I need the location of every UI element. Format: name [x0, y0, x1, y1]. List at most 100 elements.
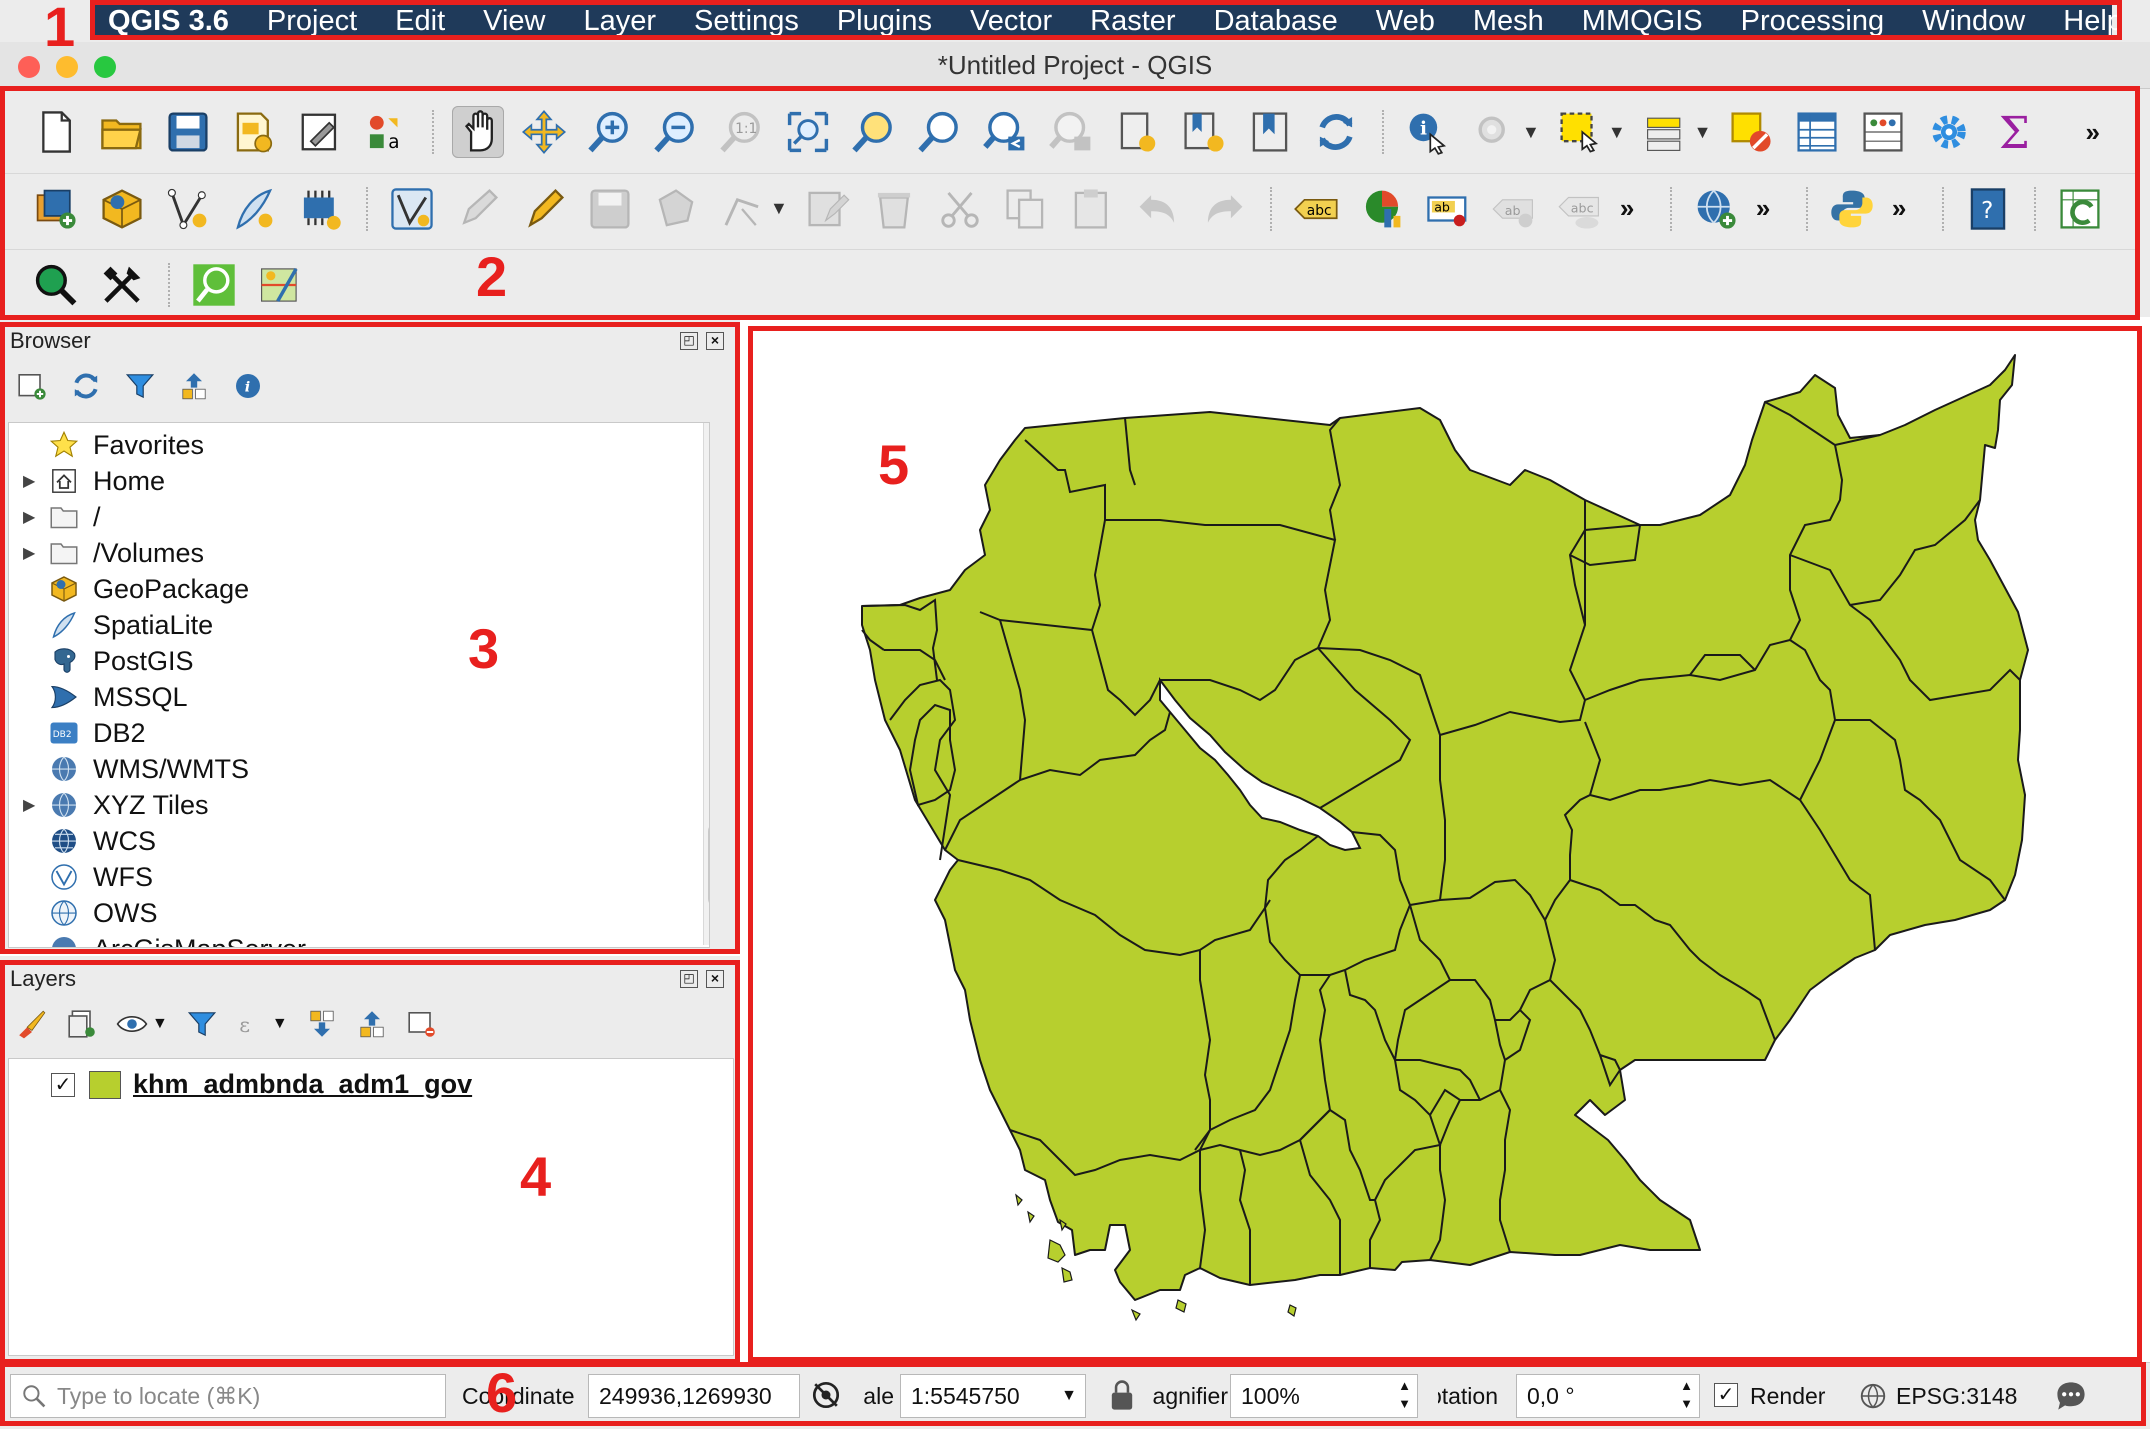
browser-item-spatialite[interactable]: SpatiaLite [9, 607, 709, 643]
add-directory-icon[interactable] [16, 370, 48, 402]
current-edits-icon[interactable] [386, 183, 438, 235]
toolbar-overflow-icon[interactable]: » [2085, 117, 2113, 148]
vertex-tool-icon[interactable] [716, 183, 768, 235]
messages-icon[interactable] [2054, 1379, 2088, 1418]
new-virtual-layer-icon[interactable] [294, 183, 346, 235]
render-checkbox[interactable]: ✓ [1714, 1383, 1738, 1407]
menu-help[interactable]: Help [2044, 5, 2142, 38]
menu-processing[interactable]: Processing [1722, 5, 1903, 38]
new-geopackage-layer-icon[interactable] [96, 183, 148, 235]
statistical-summary-icon[interactable]: Σ [1989, 106, 2041, 158]
filter-icon[interactable] [124, 370, 156, 402]
eye-icon[interactable] [116, 1008, 148, 1040]
copy-features-icon[interactable] [1000, 183, 1052, 235]
zoom-next-icon[interactable] [1046, 106, 1098, 158]
zoom-out-icon[interactable] [650, 106, 702, 158]
float-panel-icon[interactable]: ◰ [680, 970, 698, 988]
style-manager-icon[interactable]: a [360, 106, 412, 158]
new-print-layout-icon[interactable] [228, 106, 280, 158]
map-canvas[interactable] [754, 330, 2138, 1360]
collapse-all-icon[interactable] [178, 370, 210, 402]
modify-attributes-icon[interactable] [802, 183, 854, 235]
globe-icon[interactable] [1858, 1381, 1888, 1416]
run-feature-action-icon[interactable] [1468, 106, 1520, 158]
zoom-to-selection-icon[interactable] [848, 106, 900, 158]
coordinate-field[interactable]: 249936,1269930 [588, 1374, 800, 1418]
save-project-icon[interactable] [162, 106, 214, 158]
map-features[interactable] [754, 330, 2138, 1360]
locator-search-input[interactable]: Type to locate (⌘K) [10, 1374, 446, 1418]
refresh-icon[interactable] [1310, 106, 1362, 158]
browser-item-volumes[interactable]: ▶/Volumes [9, 535, 709, 571]
zoom-plugin-icon[interactable] [188, 259, 240, 311]
refresh-icon[interactable] [70, 370, 102, 402]
expand-all-icon[interactable] [306, 1008, 338, 1040]
chevron-down-icon[interactable]: ▼ [1061, 1387, 1077, 1405]
float-panel-icon[interactable]: ◰ [680, 332, 698, 350]
python-console-icon[interactable] [1826, 183, 1878, 235]
browser-item-mssql[interactable]: MSSQL [9, 679, 709, 715]
magnifier-spinbox[interactable]: 100% ▲ ▼ [1230, 1374, 1418, 1418]
zoom-native-resolution-icon[interactable]: 1:1 [716, 106, 768, 158]
cut-features-icon[interactable] [934, 183, 986, 235]
show-hide-labels-icon[interactable]: ab [1488, 183, 1540, 235]
menu-mesh[interactable]: Mesh [1454, 5, 1563, 38]
georeferencer-icon[interactable] [254, 259, 306, 311]
menu-layer[interactable]: Layer [564, 5, 675, 38]
close-panel-icon[interactable]: × [706, 970, 724, 988]
pencil-icon[interactable] [518, 183, 570, 235]
browser-scrollbar[interactable]: ▲ ▼ [703, 423, 709, 945]
rotation-spinbox[interactable]: 0,0 ° ▲ ▼ [1516, 1374, 1700, 1418]
collapse-all-icon[interactable] [356, 1008, 388, 1040]
browser-item-xyz-tiles[interactable]: ▶ XYZ Tiles [9, 787, 709, 823]
add-group-icon[interactable] [66, 1008, 98, 1040]
pan-to-selection-icon[interactable] [518, 106, 570, 158]
menu-edit[interactable]: Edit [376, 5, 464, 38]
label-tool-icon[interactable]: abc [1290, 183, 1342, 235]
browser-item-ows[interactable]: OWS [9, 895, 709, 931]
plugin-reloader-icon[interactable] [2054, 183, 2106, 235]
toggle-extents-icon[interactable] [808, 1377, 844, 1418]
zoom-to-layer-icon[interactable] [914, 106, 966, 158]
open-project-icon[interactable] [96, 106, 148, 158]
chevron-down-icon[interactable]: ▼ [272, 1015, 288, 1033]
data-source-manager-icon[interactable] [30, 183, 82, 235]
preview-labels-icon[interactable]: abc [1554, 183, 1606, 235]
browser-item-wms-wmts[interactable]: WMS/WMTS [9, 751, 709, 787]
close-panel-icon[interactable]: × [706, 332, 724, 350]
filter-icon[interactable] [186, 1008, 218, 1040]
show-bookmarks-icon[interactable] [1244, 106, 1296, 158]
menu-settings[interactable]: Settings [675, 5, 818, 38]
menu-project[interactable]: Project [248, 5, 376, 38]
layer-styling-icon[interactable] [16, 1008, 48, 1040]
paste-features-icon[interactable] [1066, 183, 1118, 235]
expand-arrow-icon[interactable]: ▶ [9, 471, 49, 491]
menu-web[interactable]: Web [1357, 5, 1454, 38]
toolbar-overflow-icon[interactable]: » [1892, 193, 1920, 224]
undo-icon[interactable] [1132, 183, 1184, 235]
menu-plugins[interactable]: Plugins [818, 5, 951, 38]
crs-indicator[interactable]: EPSG:3148 [1896, 1383, 2017, 1410]
layer-visibility-checkbox[interactable]: ✓ [51, 1072, 75, 1097]
scale-combobox[interactable]: 1:5545750 ▼ [900, 1374, 1086, 1418]
expand-arrow-icon[interactable]: ▶ [9, 543, 49, 563]
field-calculator-icon[interactable] [1857, 106, 1909, 158]
zoom-in-icon[interactable] [584, 106, 636, 158]
zoom-full-icon[interactable] [782, 106, 834, 158]
expand-arrow-icon[interactable]: ▶ [9, 795, 49, 815]
redo-icon[interactable] [1198, 183, 1250, 235]
new-shapefile-layer-icon[interactable] [162, 183, 214, 235]
filter-by-expression-icon[interactable]: ε [236, 1008, 268, 1040]
attribute-table-icon[interactable] [1791, 106, 1843, 158]
new-bookmark-icon[interactable] [1178, 106, 1230, 158]
menu-mmqgis[interactable]: MMQGIS [1563, 5, 1722, 38]
layout-manager-icon[interactable] [294, 106, 346, 158]
new-map-view-icon[interactable] [1112, 106, 1164, 158]
help-contents-icon[interactable]: ? [1962, 183, 2014, 235]
search-icon[interactable] [30, 259, 82, 311]
browser-item-favorites[interactable]: Favorites [9, 427, 709, 463]
menu-window[interactable]: Window [1903, 5, 2044, 38]
zoom-last-icon[interactable] [980, 106, 1032, 158]
toggle-editing-icon[interactable] [452, 183, 504, 235]
lock-icon[interactable] [1108, 1379, 1136, 1418]
